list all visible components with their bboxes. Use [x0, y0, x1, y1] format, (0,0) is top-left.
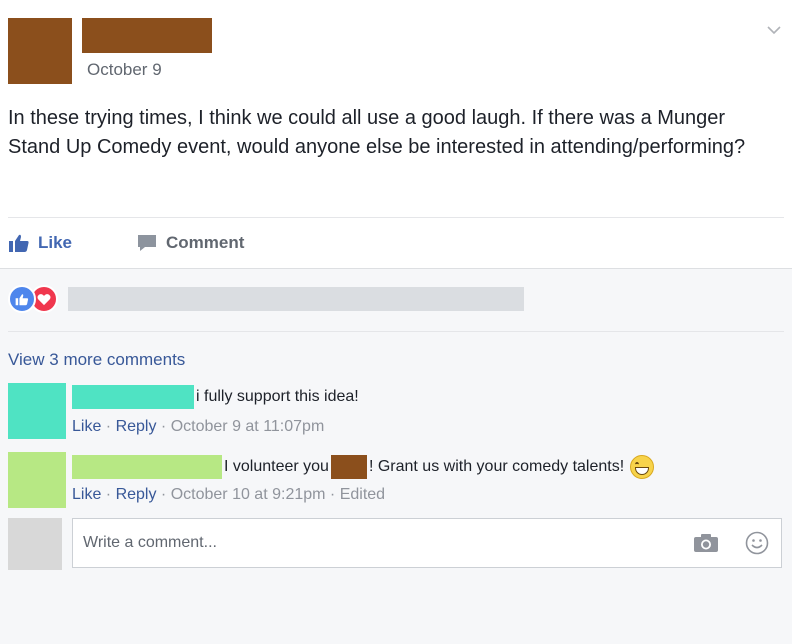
divider — [8, 331, 784, 332]
commenter-avatar-redacted[interactable] — [8, 383, 66, 439]
comment-text-after: ! Grant us with your comedy talents! — [368, 458, 625, 475]
comment-button-label: Comment — [166, 233, 245, 252]
comment-text: I volunteer you ! Grant us with your com… — [224, 455, 655, 479]
meta-separator: · — [156, 486, 171, 503]
edited-label[interactable]: Edited — [340, 486, 385, 503]
comment-text-body: i fully support this idea! — [196, 388, 359, 405]
comment-meta: Like · Reply · October 10 at 9:21pm · Ed… — [72, 486, 385, 504]
comment-text: i fully support this idea! — [196, 385, 359, 409]
comment-reply-link[interactable]: Reply — [116, 418, 157, 435]
like-reaction-icon — [8, 285, 36, 313]
commenter-avatar-redacted[interactable] — [8, 452, 66, 508]
comment-like-link[interactable]: Like — [72, 486, 101, 503]
meta-separator: · — [101, 418, 116, 435]
comment-text-before: I volunteer you — [224, 458, 329, 475]
meta-separator: · — [101, 486, 116, 503]
tagged-name-redacted[interactable] — [330, 455, 367, 479]
comment-like-link[interactable]: Like — [72, 418, 101, 435]
grinning-emoji-icon — [630, 455, 655, 479]
thumbs-up-icon — [9, 234, 29, 252]
commenter-name-redacted[interactable] — [72, 455, 222, 479]
comment-composer[interactable] — [72, 518, 782, 568]
camera-icon[interactable] — [693, 533, 719, 553]
comment-meta: Like · Reply · October 9 at 11:07pm — [72, 418, 324, 436]
post-text: In these trying times, I think we could … — [8, 107, 746, 158]
meta-separator: · — [325, 486, 340, 503]
chevron-down-icon[interactable] — [764, 22, 784, 38]
post-date[interactable]: October 9 — [87, 60, 162, 80]
comment-reply-link[interactable]: Reply — [116, 486, 157, 503]
view-more-comments-link[interactable]: View 3 more comments — [8, 350, 185, 370]
comment-button[interactable]: Comment — [136, 230, 244, 256]
comment-input[interactable] — [83, 531, 643, 555]
author-name-redacted[interactable] — [82, 18, 212, 53]
like-button-label: Like — [38, 233, 73, 252]
reactions-names-redacted[interactable] — [68, 287, 524, 311]
reactions-summary[interactable] — [8, 285, 58, 313]
meta-separator: · — [156, 418, 171, 435]
emoji-picker-icon[interactable] — [745, 531, 769, 555]
divider — [8, 217, 784, 218]
like-button[interactable]: Like — [8, 230, 72, 256]
post-card: October 9 In these trying times, I think… — [0, 0, 792, 269]
comment-timestamp[interactable]: October 9 at 11:07pm — [171, 418, 325, 435]
comment-timestamp[interactable]: October 10 at 9:21pm — [171, 486, 326, 503]
current-user-avatar — [8, 518, 62, 570]
commenter-name-redacted[interactable] — [72, 385, 194, 409]
speech-bubble-icon — [138, 235, 156, 251]
author-avatar-redacted[interactable] — [8, 18, 72, 84]
